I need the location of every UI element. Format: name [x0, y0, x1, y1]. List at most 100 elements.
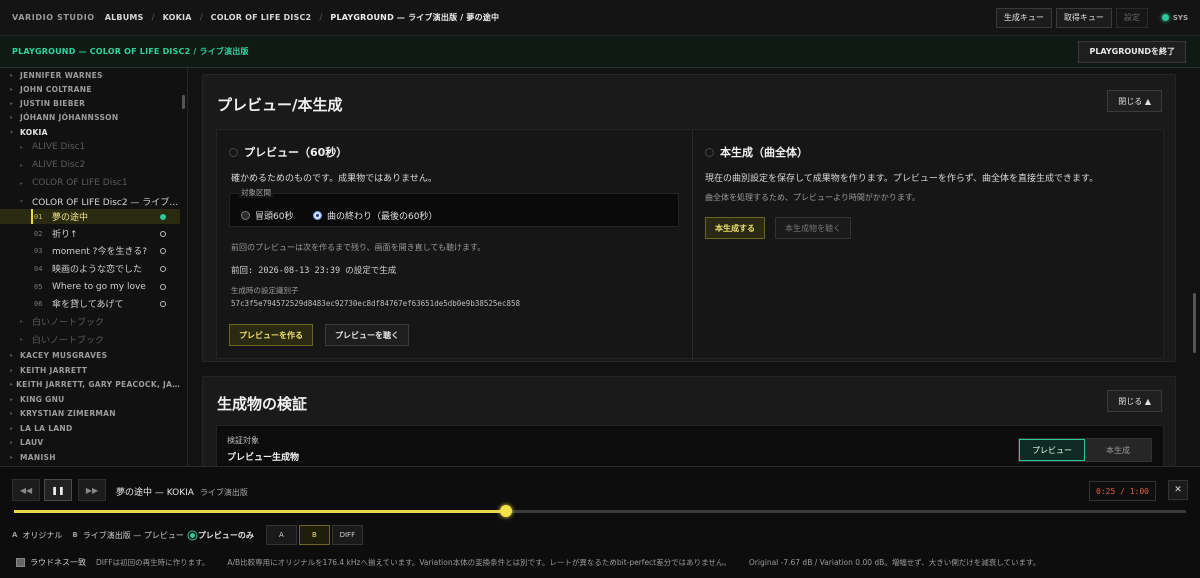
diff-note: DIFFは初回の再生時に作ります。	[96, 558, 210, 567]
collapse-button[interactable]: 閉じる ▲	[1107, 390, 1162, 412]
make-preview-button[interactable]: プレビューを作る	[229, 324, 313, 346]
settings-button[interactable]: 設定	[1115, 7, 1148, 28]
sidebar-album[interactable]: ▸ 白いノートブック	[0, 314, 180, 328]
breadcrumb-album[interactable]: COLOR OF LIFE DISC2	[211, 13, 312, 22]
artist-label: JOHN COLTRANE	[20, 84, 92, 94]
breadcrumb-separator: /	[199, 12, 203, 23]
range-end-option[interactable]: 曲の終わり（最後の60秒）	[313, 209, 437, 222]
b-label: B	[72, 531, 78, 539]
chevron-right-icon: ▸	[20, 161, 24, 169]
full-mode-option[interactable]: 本生成（曲全体）	[705, 144, 808, 160]
breadcrumb-albums[interactable]: ALBUMS	[105, 13, 144, 22]
status-dot-icon	[1161, 14, 1169, 21]
last-generated: 前回: 2026-08-13 23:39 の設定で生成	[231, 266, 397, 276]
playground-bar: PLAYGROUND — COLOR OF LIFE DISC2 / ライブ演出…	[0, 36, 1200, 68]
card-title: プレビュー/本生成	[217, 96, 343, 114]
radio-icon	[705, 147, 714, 157]
sidebar-album[interactable]: ▸ ALIVE Disc1	[0, 140, 180, 154]
preview-generate-card: プレビュー/本生成 閉じる ▲ プレビュー（60秒） 確かめるためのものです。成…	[202, 74, 1176, 362]
ab-b-button[interactable]: B	[298, 525, 330, 545]
track-number: 05	[34, 282, 43, 291]
full-note: 曲全体を処理するため、プレビューより時間がかかります。	[705, 193, 921, 202]
sidebar-artist[interactable]: ▸ JOHN COLTRANE	[0, 82, 180, 96]
time-display: 0:25 / 1:00	[1089, 481, 1156, 501]
sidebar-artist[interactable]: ▸ LA LA LAND	[0, 421, 180, 435]
loudness-checkbox[interactable]	[16, 558, 25, 567]
chevron-right-icon: ▸	[10, 71, 14, 79]
sidebar-artist[interactable]: ▸ KEITH JARRETT, GARY PEACOCK, JA…	[0, 377, 180, 391]
preview-description: 確かめるためのものです。成果物ではありません。	[231, 174, 437, 184]
track-title: 夢の途中	[52, 213, 89, 223]
sidebar-album[interactable]: ▸ 白いノートブック	[0, 332, 180, 346]
pause-button[interactable]: ❚❚	[44, 479, 72, 501]
seg-preview-button[interactable]: プレビュー	[1019, 439, 1085, 461]
top-bar: VARIDIO STUDIO ALBUMS / KOKIA / COLOR OF…	[0, 0, 1200, 36]
preview-column: プレビュー（60秒） 確かめるためのものです。成果物ではありません。 対象区間 …	[217, 130, 693, 360]
sidebar-artist[interactable]: ▸ KRYSTIAN ZIMERMAN	[0, 406, 180, 420]
full-description: 現在の曲別設定を保存して成果物を作ります。プレビューを作らず、曲全体を直接生成で…	[705, 174, 1099, 184]
top-actions: 生成キュー 取得キュー 設定 SYS	[995, 7, 1188, 28]
listen-full-button[interactable]: 本生成物を聴く	[775, 217, 851, 239]
seek-progress	[14, 510, 507, 513]
chevron-right-icon: ▸	[20, 317, 24, 325]
sidebar-track[interactable]: 05 Where to go my love	[0, 279, 180, 294]
track-status-icon	[160, 230, 166, 237]
verify-target-label: 検証対象	[227, 436, 259, 445]
exit-playground-button[interactable]: PLAYGROUNDを終了	[1078, 40, 1186, 63]
preview-mode-option[interactable]: プレビュー（60秒）	[229, 144, 347, 160]
sidebar-album[interactable]: ▸ COLOR OF LIFE Disc1	[0, 176, 180, 190]
sidebar-artist[interactable]: ▸ JUSTIN BIEBER	[0, 96, 180, 110]
full-generate-button[interactable]: 本生成する	[705, 217, 765, 239]
artist-label: JENNIFER WARNES	[20, 70, 103, 80]
artist-label: JUSTIN BIEBER	[20, 98, 86, 108]
sidebar-artist[interactable]: ▸ JÓHANN JÓHANNSSON	[0, 110, 180, 124]
generate-queue-button[interactable]: 生成キュー	[995, 7, 1052, 28]
sidebar-artist[interactable]: ▸ JENNIFER WARNES	[0, 68, 180, 82]
sidebar-album-open[interactable]: ▾ COLOR OF LIFE Disc2 — ライブ…	[0, 194, 180, 208]
sys-status: SYS	[1161, 13, 1188, 22]
sidebar-artist-open[interactable]: ▾ KOKIA	[0, 125, 180, 139]
sidebar-artist[interactable]: ▸ LAUV	[0, 435, 180, 449]
loudness-label: ラウドネス一致	[30, 558, 86, 567]
verify-target-value: プレビュー生成物	[227, 453, 300, 463]
breadcrumb-artist[interactable]: KOKIA	[163, 13, 192, 22]
artist-label: KACEY MUSGRAVES	[20, 350, 108, 360]
track-title: Where to go my love	[52, 281, 146, 292]
ab-diff-button[interactable]: DIFF	[331, 525, 363, 545]
track-number: 03	[34, 246, 43, 255]
track-status-icon	[160, 213, 166, 220]
sidebar-artist[interactable]: ▸ KING GNU	[0, 392, 180, 406]
seek-handle[interactable]	[500, 505, 513, 517]
chevron-right-icon: ▸	[10, 351, 14, 359]
listen-preview-button[interactable]: プレビューを聴く	[325, 324, 409, 346]
rate-note: A/B比較専用にオリジナルを176.4 kHzへ揃えています。Variation…	[227, 558, 731, 567]
now-playing-title: 夢の途中 — KOKIA	[116, 488, 194, 498]
sidebar-artist[interactable]: ▸ MANISH	[0, 450, 180, 464]
artist-label: LA LA LAND	[20, 423, 73, 433]
next-button[interactable]: ▶▶	[78, 479, 106, 501]
sidebar-track[interactable]: 02 祈り↑	[0, 226, 180, 241]
sidebar-album[interactable]: ▸ ALIVE Disc2	[0, 158, 180, 172]
sidebar-artist[interactable]: ▸ KEITH JARRETT	[0, 363, 180, 377]
sidebar-track[interactable]: 04 映画のような恋でした	[0, 261, 180, 276]
sidebar-track[interactable]: 03 moment ?今を生きる?	[0, 243, 180, 258]
fetch-queue-button[interactable]: 取得キュー	[1055, 7, 1112, 28]
sidebar-track[interactable]: 06 傘を貸してあげて	[0, 296, 180, 311]
chevron-right-icon: ▸	[10, 409, 14, 417]
sys-label: SYS	[1172, 13, 1188, 22]
sidebar-artist[interactable]: ▸ KACEY MUSGRAVES	[0, 348, 180, 362]
seg-full-button[interactable]: 本生成	[1085, 439, 1151, 461]
artist-label: JÓHANN JÓHANNSSON	[20, 112, 119, 122]
seek-bar[interactable]	[14, 505, 1186, 517]
sidebar-scrollbar[interactable]	[182, 95, 185, 109]
chevron-right-icon: ▸	[20, 335, 24, 343]
collapse-button[interactable]: 閉じる ▲	[1107, 90, 1162, 112]
range-head-option[interactable]: 冒頭60秒	[241, 209, 293, 222]
brand-logo[interactable]: VARIDIO STUDIO	[12, 13, 95, 22]
ab-a-button[interactable]: A	[265, 525, 297, 545]
previous-button[interactable]: ◀◀	[12, 479, 40, 501]
chevron-right-icon: ▸	[20, 143, 24, 151]
main-scrollbar[interactable]	[1193, 293, 1196, 353]
close-player-button[interactable]: ✕	[1168, 480, 1188, 500]
sidebar-track[interactable]: 01 夢の途中	[0, 209, 180, 224]
